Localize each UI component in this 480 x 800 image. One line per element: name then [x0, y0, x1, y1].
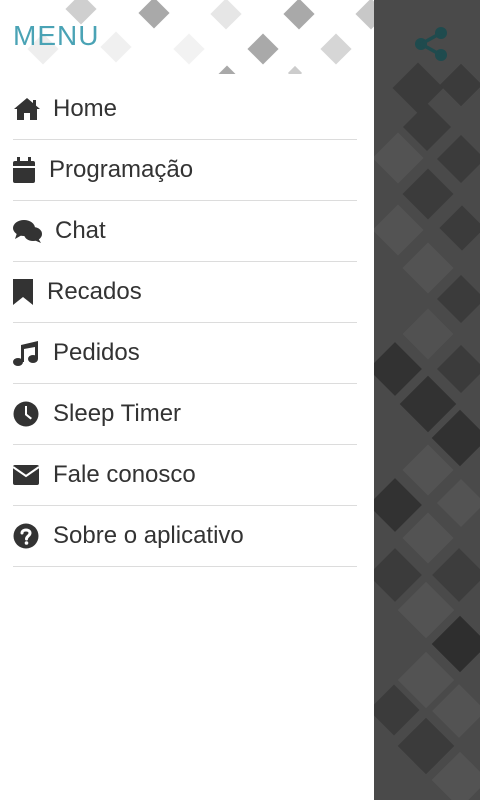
menu-item-home[interactable]: Home	[13, 79, 357, 140]
menu-item-label: Pedidos	[53, 339, 140, 366]
menu-item-label: Sleep Timer	[53, 400, 182, 427]
menu-list: Home Programação Chat Recados Pedidos Sl…	[13, 79, 357, 567]
menu-item-label: Programação	[49, 156, 194, 183]
menu-title: MENU	[13, 20, 100, 51]
music-note-icon	[13, 339, 41, 367]
chat-icon	[13, 217, 43, 245]
navigation-drawer: MENU Home Programação Chat Recados Pedid…	[0, 0, 374, 800]
menu-item-label: Recados	[47, 278, 142, 305]
menu-item-pedidos[interactable]: Pedidos	[13, 323, 357, 384]
menu-item-label: Chat	[55, 217, 106, 244]
share-button[interactable]	[414, 26, 456, 68]
share-icon	[415, 27, 447, 61]
menu-item-label: Fale conosco	[53, 461, 196, 488]
menu-item-recados[interactable]: Recados	[13, 262, 357, 323]
bookmark-icon	[13, 278, 35, 306]
menu-item-sobre-o-aplicativo[interactable]: Sobre o aplicativo	[13, 506, 357, 567]
menu-item-chat[interactable]: Chat	[13, 201, 357, 262]
envelope-icon	[13, 461, 41, 489]
home-icon	[13, 95, 41, 123]
menu-item-sleep-timer[interactable]: Sleep Timer	[13, 384, 357, 445]
calendar-icon	[13, 156, 37, 184]
menu-item-fale-conosco[interactable]: Fale conosco	[13, 445, 357, 506]
question-circle-icon	[13, 522, 41, 550]
menu-item-programacao[interactable]: Programação	[13, 140, 357, 201]
clock-icon	[13, 400, 41, 428]
drawer-header: MENU	[0, 0, 374, 74]
menu-item-label: Sobre o aplicativo	[53, 522, 244, 549]
menu-item-label: Home	[53, 95, 118, 122]
